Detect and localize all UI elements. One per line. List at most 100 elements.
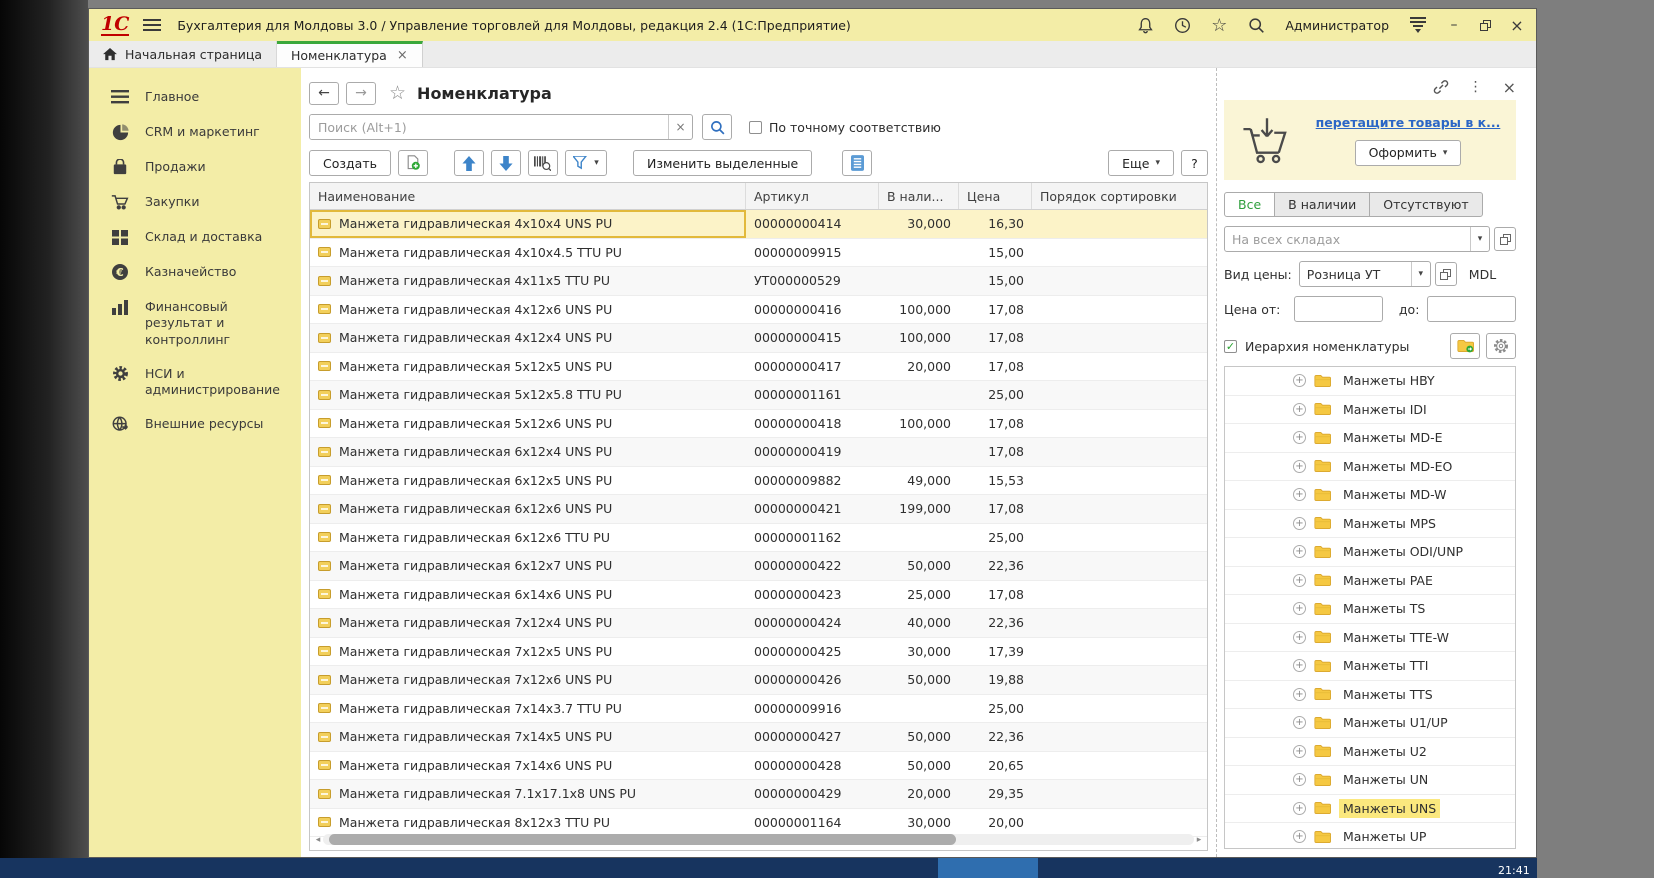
create-group-button[interactable] <box>398 150 428 176</box>
main-menu-icon[interactable] <box>143 19 161 31</box>
tree-item[interactable]: + Манжеты UP <box>1225 823 1515 849</box>
price-from-input[interactable] <box>1295 297 1382 321</box>
close-panel-icon[interactable]: × <box>1503 78 1516 97</box>
expand-plus-icon[interactable]: + <box>1293 488 1306 501</box>
minimize-button[interactable]: – <box>1445 17 1463 33</box>
warehouse-choose-button[interactable] <box>1494 227 1516 251</box>
service-menu-icon[interactable] <box>1408 17 1428 33</box>
table-row[interactable]: Манжета гидравлическая 4x11x5 TTU PU УТ0… <box>310 267 1207 296</box>
tree-item[interactable]: + Манжеты PAE <box>1225 567 1515 596</box>
sidebar-item-admin[interactable]: НСИ и администрирование <box>89 357 301 408</box>
table-row[interactable]: Манжета гидравлическая 4x12x6 UNS PU 000… <box>310 296 1207 325</box>
scrollbar-thumb[interactable] <box>329 834 956 845</box>
expand-plus-icon[interactable]: + <box>1293 745 1306 758</box>
filter-tab-absent[interactable]: Отсутствуют <box>1369 192 1482 217</box>
sidebar-item-treasury[interactable]: € Казначейство <box>89 255 301 290</box>
table-row[interactable]: Манжета гидравлическая 6x12x5 UNS PU 000… <box>310 467 1207 496</box>
horizontal-scrollbar[interactable]: ◂ ▸ <box>313 833 1204 846</box>
tree-item[interactable]: + Манжеты MD-EO <box>1225 453 1515 482</box>
table-row[interactable]: Манжета гидравлическая 7x12x4 UNS PU 000… <box>310 609 1207 638</box>
table-row[interactable]: Манжета гидравлическая 5x12x6 UNS PU 000… <box>310 410 1207 439</box>
expand-plus-icon[interactable]: + <box>1293 802 1306 815</box>
sidebar-item-sales[interactable]: Продажи <box>89 150 301 185</box>
filter-button[interactable]: ▾ <box>565 150 607 176</box>
expand-plus-icon[interactable]: + <box>1293 631 1306 644</box>
table-row[interactable]: Манжета гидравлическая 7x14x3.7 TTU PU 0… <box>310 695 1207 724</box>
column-header-sku[interactable]: Артикул <box>746 183 879 209</box>
help-button[interactable]: ? <box>1181 150 1208 176</box>
expand-plus-icon[interactable]: + <box>1293 374 1306 387</box>
table-row[interactable]: Манжета гидравлическая 7x14x5 UNS PU 000… <box>310 723 1207 752</box>
tree-item[interactable]: + Манжеты TTS <box>1225 681 1515 710</box>
column-header-name[interactable]: Наименование <box>310 183 746 209</box>
table-row[interactable]: Манжета гидравлическая 6x12x4 UNS PU 000… <box>310 438 1207 467</box>
expand-plus-icon[interactable]: + <box>1293 716 1306 729</box>
expand-plus-icon[interactable]: + <box>1293 773 1306 786</box>
tab-nomenclature[interactable]: Номенклатура × <box>277 41 423 67</box>
notifications-bell-icon[interactable] <box>1135 15 1155 35</box>
table-row[interactable]: Манжета гидравлическая 6x14x6 UNS PU 000… <box>310 581 1207 610</box>
close-window-button[interactable]: × <box>1508 16 1526 35</box>
checkout-button[interactable]: Оформить ▾ <box>1355 140 1462 166</box>
price-type-input[interactable] <box>1300 262 1411 286</box>
tab-home[interactable]: Начальная страница <box>89 41 277 67</box>
os-taskbar[interactable]: 21:41 <box>0 858 1537 878</box>
expand-plus-icon[interactable]: + <box>1293 403 1306 416</box>
sidebar-item-external[interactable]: Внешние ресурсы <box>89 407 301 442</box>
column-header-sort-order[interactable]: Порядок сортировки <box>1032 183 1207 209</box>
expand-plus-icon[interactable]: + <box>1293 659 1306 672</box>
expand-plus-icon[interactable]: + <box>1293 517 1306 530</box>
restore-window-button[interactable] <box>1480 20 1491 31</box>
column-header-stock[interactable]: В нали... <box>879 183 959 209</box>
open-folder-button[interactable] <box>1450 333 1480 359</box>
table-row[interactable]: Манжета гидравлическая 4x10x4 UNS PU 000… <box>310 210 1207 239</box>
table-row[interactable]: Манжета гидравлическая 5x12x5 UNS PU 000… <box>310 353 1207 382</box>
edit-selected-button[interactable]: Изменить выделенные <box>633 150 812 176</box>
sidebar-item-main[interactable]: Главное <box>89 80 301 115</box>
create-button[interactable]: Создать <box>309 150 391 176</box>
sidebar-item-crm[interactable]: CRM и маркетинг <box>89 115 301 150</box>
tree-item[interactable]: + Манжеты U1/UP <box>1225 709 1515 738</box>
scroll-right-icon[interactable]: ▸ <box>1194 835 1204 845</box>
filter-tab-in-stock[interactable]: В наличии <box>1274 192 1370 217</box>
expand-plus-icon[interactable]: + <box>1293 545 1306 558</box>
filter-tab-all[interactable]: Все <box>1224 192 1275 217</box>
price-type-choose-button[interactable] <box>1435 262 1457 286</box>
table-row[interactable]: Манжета гидравлическая 6x12x6 TTU PU 000… <box>310 524 1207 553</box>
tree-item[interactable]: + Манжеты TS <box>1225 595 1515 624</box>
tree-settings-button[interactable] <box>1486 333 1516 359</box>
tree-item[interactable]: + Манжеты UNS <box>1225 795 1515 824</box>
table-row[interactable]: Манжета гидравлическая 4x10x4.5 TTU PU 0… <box>310 239 1207 268</box>
back-button[interactable]: ← <box>309 82 339 105</box>
expand-plus-icon[interactable]: + <box>1293 602 1306 615</box>
tree-item[interactable]: + Манжеты ODI/UNP <box>1225 538 1515 567</box>
expand-plus-icon[interactable]: + <box>1293 431 1306 444</box>
move-up-button[interactable] <box>454 150 484 176</box>
table-row[interactable]: Манжета гидравлическая 7x12x6 UNS PU 000… <box>310 666 1207 695</box>
table-row[interactable]: Манжета гидравлическая 7.1x17.1x8 UNS PU… <box>310 780 1207 809</box>
tree-item[interactable]: + Манжеты HBY <box>1225 367 1515 396</box>
table-row[interactable]: Манжета гидравлическая 6x12x6 UNS PU 000… <box>310 495 1207 524</box>
history-icon[interactable] <box>1172 15 1192 35</box>
tab-close-icon[interactable]: × <box>397 48 408 63</box>
sidebar-item-financial-result[interactable]: Финансовый результат и контроллинг <box>89 290 301 357</box>
current-user[interactable]: Администратор <box>1285 18 1389 33</box>
table-row[interactable]: Манжета гидравлическая 4x12x4 UNS PU 000… <box>310 324 1207 353</box>
sidebar-item-purchases[interactable]: Закупки <box>89 185 301 220</box>
more-button[interactable]: Еще ▾ <box>1108 150 1174 176</box>
price-to-input[interactable] <box>1428 297 1515 321</box>
table-row[interactable]: Манжета гидравлическая 6x12x7 UNS PU 000… <box>310 552 1207 581</box>
warehouse-input[interactable] <box>1225 227 1470 251</box>
cart-drop-area[interactable]: перетащите товары в к... Оформить ▾ <box>1224 100 1516 180</box>
expand-plus-icon[interactable]: + <box>1293 830 1306 843</box>
tree-item[interactable]: + Манжеты TTE-W <box>1225 624 1515 653</box>
exact-match-option[interactable]: По точному соответствию <box>749 120 941 135</box>
tree-item[interactable]: + Манжеты MD-E <box>1225 424 1515 453</box>
column-header-price[interactable]: Цена <box>959 183 1032 209</box>
hierarchy-checkbox[interactable]: ✓ <box>1224 340 1237 353</box>
tree-item[interactable]: + Манжеты U2 <box>1225 738 1515 767</box>
exact-match-checkbox[interactable] <box>749 121 762 134</box>
get-link-icon[interactable] <box>1433 79 1449 95</box>
scroll-left-icon[interactable]: ◂ <box>313 835 323 845</box>
chevron-down-icon[interactable]: ▾ <box>1411 262 1430 286</box>
